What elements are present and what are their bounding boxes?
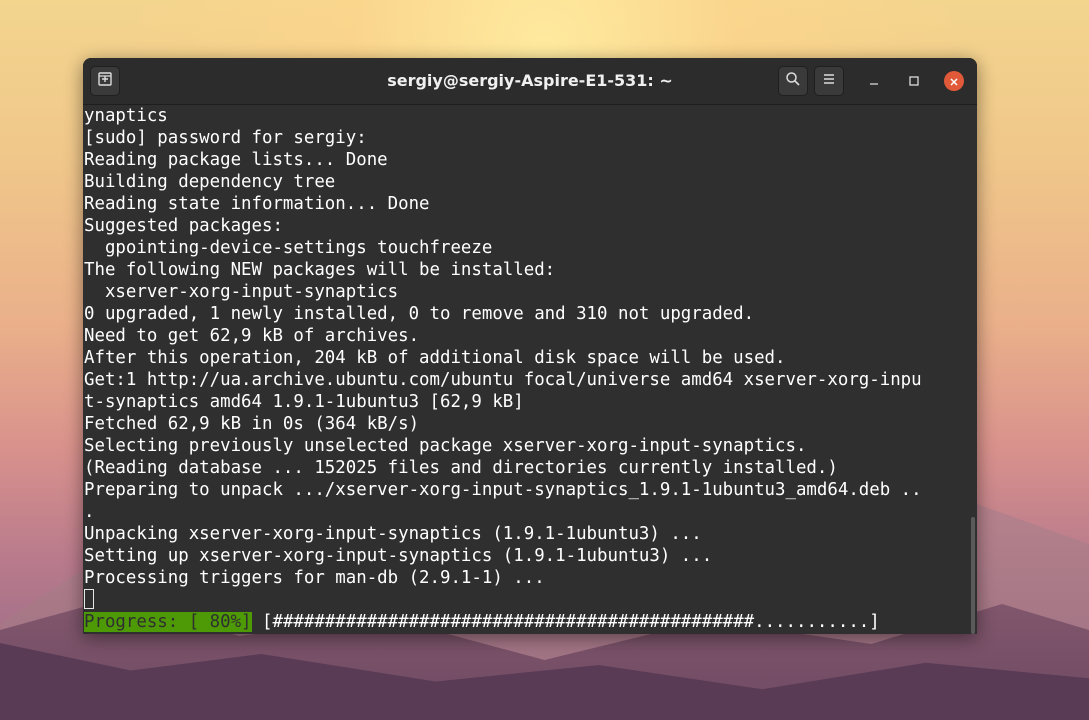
terminal-line: Setting up xserver-xorg-input-synaptics … — [84, 546, 713, 566]
terminal-line: ynaptics — [84, 106, 168, 126]
search-button[interactable] — [778, 66, 808, 96]
terminal-line: 0 upgraded, 1 newly installed, 0 to remo… — [84, 304, 755, 324]
terminal-line: Unpacking xserver-xorg-input-synaptics (… — [84, 524, 702, 544]
terminal-line: [sudo] password for sergiy: — [84, 128, 367, 148]
terminal-line: Fetched 62,9 kB in 0s (364 kB/s) — [84, 414, 420, 434]
terminal-line: Reading package lists... Done — [84, 150, 388, 170]
terminal-line: . — [84, 502, 95, 522]
menu-button[interactable] — [814, 66, 844, 96]
terminal-line: Preparing to unpack .../xserver-xorg-inp… — [84, 480, 922, 500]
scrollbar[interactable] — [969, 105, 977, 634]
terminal-line: gpointing-device-settings touchfreeze — [84, 238, 493, 258]
maximize-button[interactable] — [904, 71, 924, 91]
terminal-line: After this operation, 204 kB of addition… — [84, 348, 786, 368]
progress-bar-text: [#######################################… — [251, 612, 880, 632]
terminal-line: Reading state information... Done — [84, 194, 430, 214]
cursor-line — [83, 589, 969, 611]
new-tab-icon — [97, 71, 113, 91]
progress-label: Progress: [ 80%] — [84, 612, 252, 632]
progress-line: Progress: [ 80%] [######################… — [83, 611, 969, 633]
scrollbar-thumb[interactable] — [971, 517, 975, 634]
terminal-window[interactable]: sergiy@sergiy-Aspire-E1-531: ~ ynaptics … — [83, 58, 977, 634]
close-icon — [949, 72, 959, 91]
terminal-line: Processing triggers for man-db (2.9.1-1)… — [84, 568, 545, 588]
terminal-line: Get:1 http://ua.archive.ubuntu.com/ubunt… — [84, 370, 922, 390]
close-button[interactable] — [944, 71, 964, 91]
terminal-line: Need to get 62,9 kB of archives. — [84, 326, 420, 346]
search-icon — [785, 71, 801, 91]
terminal-line: Suggested packages: — [84, 216, 283, 236]
maximize-icon — [908, 72, 920, 91]
terminal-line: The following NEW packages will be insta… — [84, 260, 556, 280]
terminal-cursor — [84, 589, 94, 609]
terminal-line: Selecting previously unselected package … — [84, 436, 807, 456]
terminal-line: (Reading database ... 152025 files and d… — [84, 458, 838, 478]
minimize-icon — [868, 72, 880, 91]
terminal-line: t-synaptics amd64 1.9.1-1ubuntu3 [62,9 k… — [84, 392, 524, 412]
terminal-line: Building dependency tree — [84, 172, 336, 192]
hamburger-menu-icon — [821, 71, 837, 91]
new-tab-button[interactable] — [90, 66, 120, 96]
terminal-output[interactable]: ynaptics [sudo] password for sergiy: Rea… — [83, 105, 969, 634]
title-bar[interactable]: sergiy@sergiy-Aspire-E1-531: ~ — [83, 58, 977, 105]
terminal-line: xserver-xorg-input-synaptics — [84, 282, 399, 302]
minimize-button[interactable] — [864, 71, 884, 91]
